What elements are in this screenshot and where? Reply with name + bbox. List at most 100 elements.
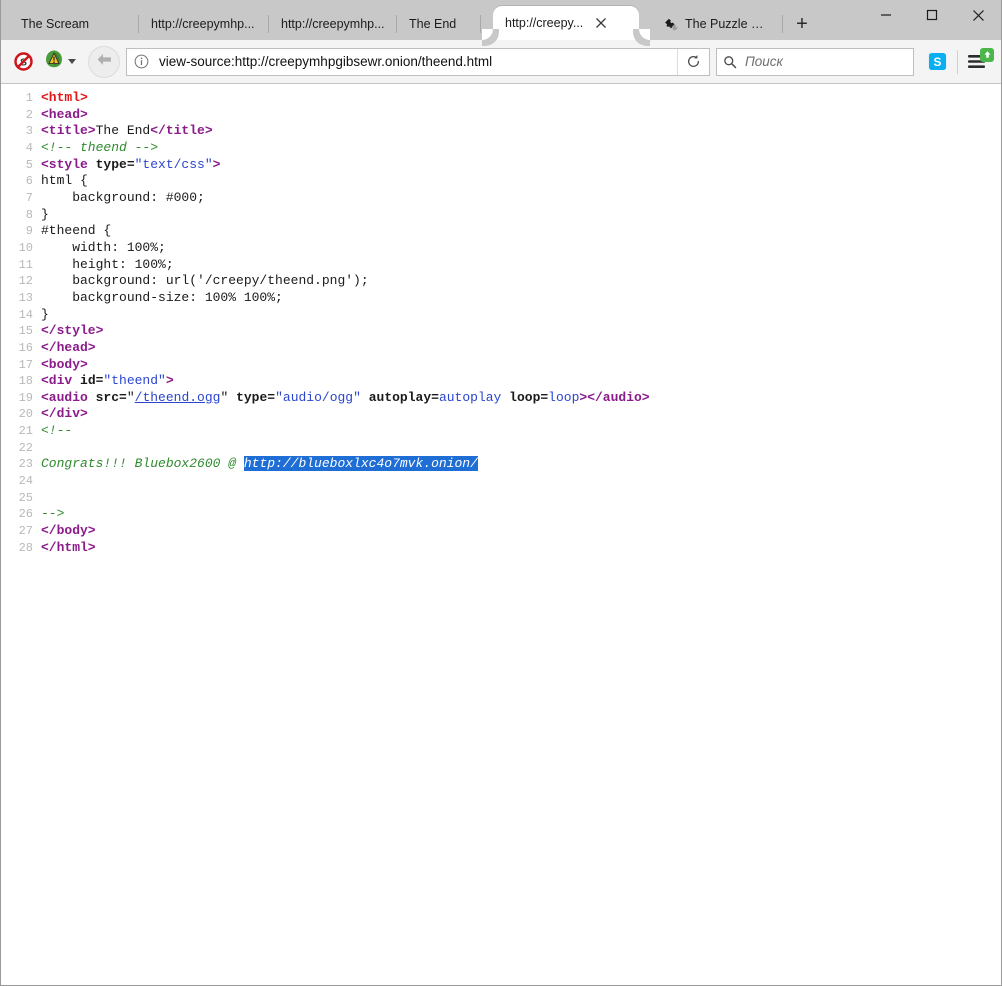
code-text: <audio src="/theend.ogg" type="audio/ogg… (41, 390, 650, 406)
maximize-button[interactable] (909, 0, 955, 30)
code-token: > (213, 157, 221, 172)
code-line: 9#theend { (1, 223, 1001, 240)
svg-text:S: S (933, 55, 941, 69)
code-token: " (127, 390, 135, 405)
tab-close-icon[interactable] (593, 15, 609, 31)
code-line: 11 height: 100%; (1, 257, 1001, 274)
line-number: 24 (1, 474, 41, 490)
code-line: 26--> (1, 506, 1001, 523)
line-number: 26 (1, 507, 41, 523)
line-number: 16 (1, 341, 41, 357)
code-text: <!-- theend --> (41, 140, 158, 156)
search-bar[interactable] (716, 48, 914, 76)
code-text: background-size: 100% 100%; (41, 290, 283, 306)
code-text: background: url('/creepy/theend.png'); (41, 273, 369, 289)
tab-label: The End (409, 17, 456, 31)
noscript-icon[interactable]: S (9, 48, 37, 76)
code-token: type= (228, 390, 275, 405)
skype-icon[interactable]: S (922, 47, 952, 77)
tab-item[interactable]: The Puzzle Ma... (651, 8, 783, 40)
tab-item[interactable]: http://creepymhp... (139, 8, 269, 40)
line-number: 12 (1, 274, 41, 290)
info-icon[interactable] (127, 49, 155, 75)
back-button[interactable] (88, 46, 120, 78)
code-text: background: #000; (41, 190, 205, 206)
code-text (41, 473, 49, 489)
code-text: <style type="text/css"> (41, 157, 220, 173)
torbutton-button[interactable] (39, 49, 78, 74)
line-number: 11 (1, 258, 41, 274)
tab-item[interactable]: The Scream (9, 8, 139, 40)
line-number: 10 (1, 241, 41, 257)
code-token: --> (41, 506, 64, 521)
line-number: 22 (1, 441, 41, 457)
view-source-content: 1<html>2<head>3<title>The End</title>4<!… (1, 84, 1001, 985)
tab-item[interactable]: http://creepymhp... (269, 8, 397, 40)
tab-label: The Puzzle Ma... (685, 17, 771, 31)
code-token: #theend { (41, 223, 111, 238)
code-text: } (41, 207, 49, 223)
code-token: id= (80, 373, 103, 388)
line-number: 1 (1, 91, 41, 107)
minimize-button[interactable] (863, 0, 909, 30)
code-token: autoplay= (361, 390, 439, 405)
code-token: loop= (501, 390, 548, 405)
code-text: <title>The End</title> (41, 123, 213, 139)
code-token: </div> (41, 406, 88, 421)
code-text (41, 440, 49, 456)
code-token: autoplay (439, 390, 501, 405)
code-text: } (41, 307, 49, 323)
code-line: 25 (1, 490, 1001, 507)
reload-icon[interactable] (677, 49, 709, 75)
tab-strip: The Scream http://creepymhp... http://cree… (9, 0, 783, 40)
code-token: The End (96, 123, 151, 138)
code-token: src= (96, 390, 127, 405)
hamburger-menu-icon[interactable] (963, 47, 993, 77)
puzzle-icon (663, 16, 679, 32)
code-token: type= (96, 157, 135, 172)
line-number: 28 (1, 541, 41, 557)
line-number: 27 (1, 524, 41, 540)
url-bar[interactable]: view-source:http://creepymhpgibsewr.onio… (126, 48, 710, 76)
tab-label: The Scream (21, 17, 89, 31)
code-line: 27</body> (1, 523, 1001, 540)
code-line: 22 (1, 440, 1001, 457)
code-token: <title> (41, 123, 96, 138)
line-number: 25 (1, 491, 41, 507)
code-line: 2<head> (1, 107, 1001, 124)
window-controls (863, 0, 1001, 30)
tab-label: http://creepymhp... (281, 17, 385, 31)
search-input[interactable] (743, 53, 913, 70)
line-number: 17 (1, 358, 41, 374)
code-line: 1<html> (1, 90, 1001, 107)
new-tab-button[interactable]: + (787, 8, 817, 40)
code-text: </head> (41, 340, 96, 356)
code-line: 17<body> (1, 357, 1001, 374)
tab-item[interactable]: The End (397, 8, 481, 40)
code-token: <div (41, 373, 80, 388)
code-line: 24 (1, 473, 1001, 490)
close-button[interactable] (955, 0, 1001, 30)
code-token: "theend" (103, 373, 165, 388)
line-number: 4 (1, 141, 41, 157)
search-icon (717, 49, 743, 75)
line-number: 14 (1, 308, 41, 324)
tab-item[interactable]: http://creepy... (493, 6, 639, 40)
url-input[interactable]: view-source:http://creepymhpgibsewr.onio… (155, 54, 677, 69)
code-token: ></audio> (579, 390, 649, 405)
code-line: 14} (1, 307, 1001, 324)
code-text: <body> (41, 357, 88, 373)
code-line: 28</html> (1, 540, 1001, 557)
selected-text: http://blueboxlxc4o7mvk.onion/ (244, 456, 478, 471)
code-text: </style> (41, 323, 103, 339)
code-token: background: url('/creepy/theend.png'); (41, 273, 369, 288)
source-link[interactable]: /theend.ogg (135, 390, 221, 405)
code-token: </head> (41, 340, 96, 355)
line-number: 15 (1, 324, 41, 340)
code-token: loop (548, 390, 579, 405)
code-token (41, 490, 49, 505)
code-text: width: 100%; (41, 240, 166, 256)
code-token: "text/css" (135, 157, 213, 172)
code-line: 20</div> (1, 406, 1001, 423)
code-token: > (166, 373, 174, 388)
